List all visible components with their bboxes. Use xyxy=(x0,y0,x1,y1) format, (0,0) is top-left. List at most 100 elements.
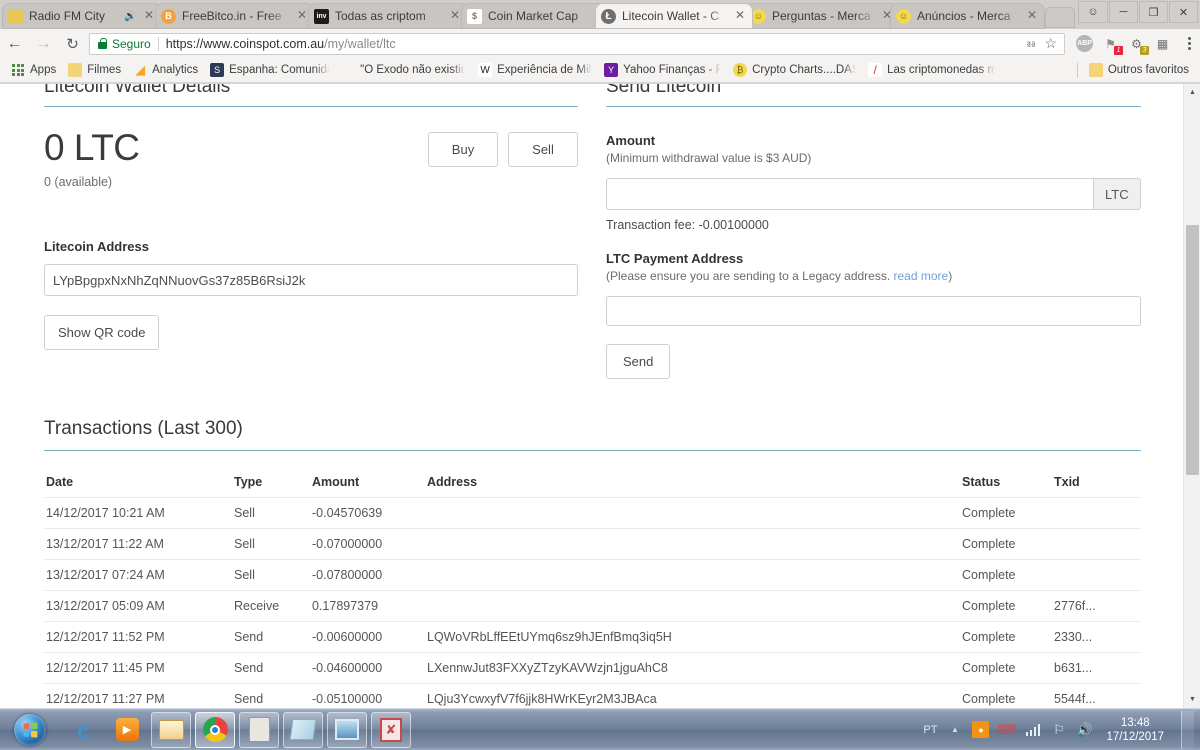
amount-input[interactable] xyxy=(606,178,1094,210)
address-bar[interactable]: Seguro https://www.coinspot.com.au/my/wa… xyxy=(89,32,1065,55)
browser-tab-0[interactable]: Radio FM City 🔊 ✕ xyxy=(2,3,162,29)
close-icon[interactable]: ✕ xyxy=(142,9,156,23)
printer-icon[interactable]: ⌨ xyxy=(998,721,1017,738)
table-row[interactable]: 13/12/2017 05:09 AM Receive 0.17897379 C… xyxy=(44,590,1141,622)
file-explorer-icon[interactable] xyxy=(151,711,191,748)
media-player-icon[interactable]: ▶ xyxy=(107,712,147,748)
table-row[interactable]: 12/12/2017 11:52 PM Send -0.00600000 LQW… xyxy=(44,621,1141,653)
tray-overflow-icon[interactable]: ▲ xyxy=(946,721,963,738)
translate-icon[interactable]: ⎂ xyxy=(1026,36,1036,52)
tab-title: Radio FM City xyxy=(29,9,106,23)
cell-address xyxy=(427,590,962,622)
table-row[interactable]: 13/12/2017 07:24 AM Sell -0.07800000 Com… xyxy=(44,559,1141,591)
forward-button[interactable]: → xyxy=(29,29,58,58)
column-header-txid[interactable]: Txid xyxy=(1054,469,1141,498)
bookmark-crypto-charts[interactable]: ₿ Crypto Charts....DASH xyxy=(727,60,862,81)
cell-status: Complete xyxy=(962,621,1054,653)
litecoin-address-input[interactable]: LYpBpgpxNxNhZqNNuovGs37z85B6RsiJ2k xyxy=(44,264,578,296)
browser-tab-4[interactable]: Ł Litecoin Wallet - C ✕ xyxy=(595,3,753,29)
scrollbar-thumb[interactable] xyxy=(1186,225,1199,475)
column-header-type[interactable]: Type xyxy=(234,469,312,498)
bookmark-criptomonedas[interactable]: / Las criptomonedas m xyxy=(862,60,1002,81)
close-icon[interactable]: ✕ xyxy=(448,9,462,23)
omnibox-icons: ⎂ ☆ xyxy=(1026,35,1060,52)
maximize-button[interactable]: ❒ xyxy=(1139,1,1168,23)
send-button[interactable]: Send xyxy=(606,344,671,379)
scroll-up-arrow[interactable]: ▲ xyxy=(1184,84,1200,101)
chrome-menu-button[interactable] xyxy=(1178,37,1200,50)
cell-date: 12/12/2017 11:45 PM xyxy=(44,652,234,684)
cell-status: Complete xyxy=(962,590,1054,622)
close-icon[interactable]: ✕ xyxy=(1025,9,1039,23)
scroll-down-arrow[interactable]: ▼ xyxy=(1184,691,1200,708)
cell-txid[interactable]: 2776f... xyxy=(1054,590,1141,622)
browser-tab-1[interactable]: B FreeBitco.in - Free ✕ xyxy=(155,3,315,29)
cell-txid[interactable]: b631... xyxy=(1054,652,1141,684)
sell-button[interactable]: Sell xyxy=(508,132,578,167)
cell-txid[interactable]: 5544f... xyxy=(1054,683,1141,708)
qr-code-icon[interactable]: ▦ xyxy=(1154,35,1171,52)
payment-address-input[interactable] xyxy=(606,296,1141,326)
table-row[interactable]: 12/12/2017 11:27 PM Send -0.05100000 LQj… xyxy=(44,683,1141,708)
action-center-icon[interactable]: ⚐ xyxy=(1050,721,1067,738)
start-button[interactable] xyxy=(3,711,57,749)
page-scrollbar[interactable]: ▲ ▼ xyxy=(1183,84,1200,708)
clock[interactable]: 13:48 17/12/2017 xyxy=(1102,716,1168,744)
internet-explorer-icon[interactable]: e xyxy=(63,712,103,748)
column-header-status[interactable]: Status xyxy=(962,469,1054,498)
cell-status: Complete xyxy=(962,497,1054,529)
mercado-icon: ☺ xyxy=(896,8,911,24)
bookmark-milagre[interactable]: W Experiência de Milgra xyxy=(472,60,598,81)
litecoin-address-label: Litecoin Address xyxy=(44,239,149,254)
profile-icon[interactable]: ☺ xyxy=(1078,1,1108,23)
table-row[interactable]: 12/12/2017 11:45 PM Send -0.04600000 LXe… xyxy=(44,652,1141,684)
bookmark-filmes[interactable]: Filmes xyxy=(62,60,127,81)
close-icon[interactable]: ✕ xyxy=(295,9,309,23)
bookmark-espanha[interactable]: S Espanha: Comunidad xyxy=(204,60,336,81)
cell-txid[interactable] xyxy=(1054,497,1141,529)
google-chrome-icon[interactable] xyxy=(195,711,235,748)
bookmark-yahoo[interactable]: Y Yahoo Finanças - Fina xyxy=(598,60,727,81)
column-header-address[interactable]: Address xyxy=(427,469,962,498)
close-icon[interactable]: ✕ xyxy=(733,9,747,23)
column-header-date[interactable]: Date xyxy=(44,469,234,498)
pinterest-save-icon[interactable]: ⚑ 1 xyxy=(1102,35,1123,55)
cell-txid[interactable] xyxy=(1054,559,1141,591)
image-editor-icon[interactable]: ✘ xyxy=(371,711,411,748)
show-qr-code-button[interactable]: Show QR code xyxy=(44,315,160,350)
browser-tab-5[interactable]: ☺ Perguntas - Merca ✕ xyxy=(745,3,900,29)
read-more-link[interactable]: read more xyxy=(894,269,949,283)
calculator-icon[interactable] xyxy=(239,711,279,748)
reload-button[interactable]: ↻ xyxy=(58,29,87,58)
network-signal-icon[interactable] xyxy=(1024,721,1041,738)
browser-tab-2[interactable]: inv Todas as criptom ✕ xyxy=(308,3,468,29)
close-button[interactable]: ✕ xyxy=(1169,1,1198,23)
bookmark-star-icon[interactable]: ☆ xyxy=(1044,35,1057,52)
notepad-icon[interactable] xyxy=(283,711,323,748)
antivirus-icon[interactable]: ● xyxy=(972,721,990,738)
apps-grid-icon xyxy=(11,63,25,77)
browser-tab-6[interactable]: ☺ Anúncios - Merca ✕ xyxy=(890,3,1045,29)
cell-txid[interactable] xyxy=(1054,528,1141,560)
volume-icon[interactable]: 🔊 xyxy=(1076,721,1093,738)
bookmark-exodo[interactable]: "O Êxodo não existiu xyxy=(354,60,472,81)
photo-viewer-icon[interactable] xyxy=(327,711,367,748)
mute-icon[interactable]: 🔊 xyxy=(124,11,137,22)
table-row[interactable]: 13/12/2017 11:22 AM Sell -0.07000000 Com… xyxy=(44,528,1141,560)
bookmark-apps[interactable]: Apps xyxy=(5,60,62,81)
table-row[interactable]: 14/12/2017 10:21 AM Sell -0.04570639 Com… xyxy=(44,497,1141,529)
new-tab-button[interactable] xyxy=(1045,7,1075,28)
bookmark-label: Experiência de Milgra xyxy=(497,64,592,76)
bookmark-other-folder[interactable]: Outros favoritos xyxy=(1083,60,1195,81)
extension-icon[interactable]: ⚙ 3 xyxy=(1128,35,1149,55)
column-header-amount[interactable]: Amount xyxy=(312,469,427,498)
back-button[interactable]: ← xyxy=(0,29,29,58)
minimize-button[interactable]: ─ xyxy=(1109,1,1138,23)
bookmark-analytics[interactable]: ◢ Analytics xyxy=(127,60,204,81)
adblock-plus-icon[interactable]: ABP xyxy=(1076,35,1093,52)
buy-button[interactable]: Buy xyxy=(428,132,498,167)
cell-txid[interactable]: 2330... xyxy=(1054,621,1141,653)
windows-flag-icon xyxy=(23,722,38,737)
show-desktop-button[interactable] xyxy=(1181,710,1194,749)
language-indicator[interactable]: PT xyxy=(923,724,937,736)
